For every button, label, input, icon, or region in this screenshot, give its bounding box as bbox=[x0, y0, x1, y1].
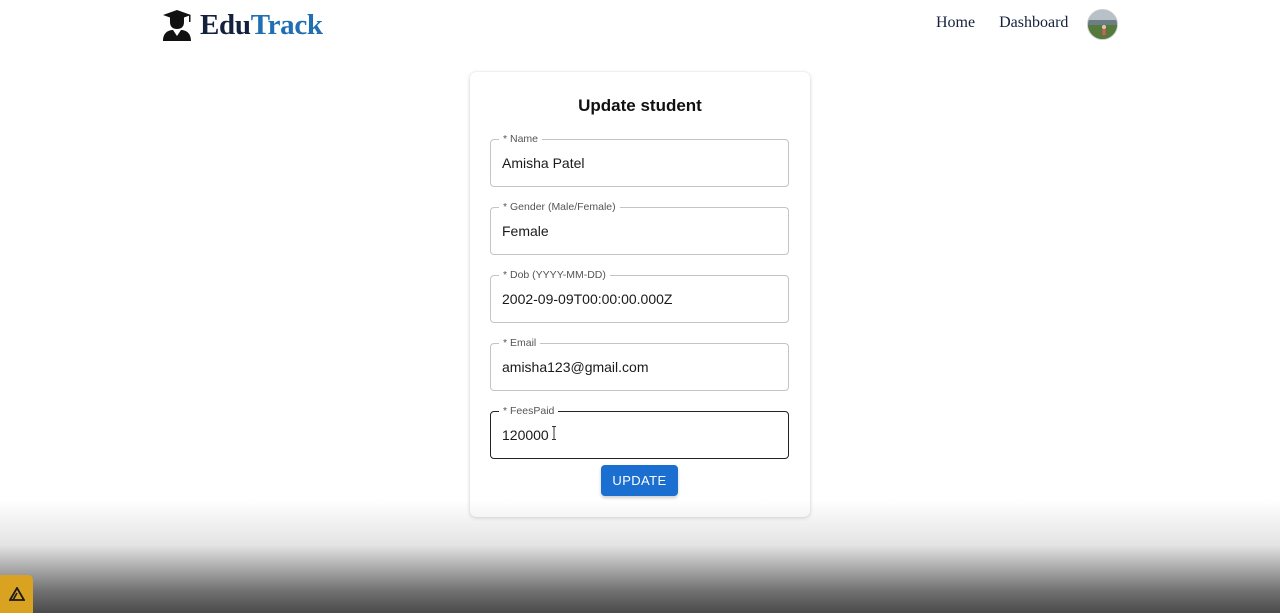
update-button[interactable]: UPDATE bbox=[601, 465, 678, 496]
email-field[interactable]: * Email bbox=[490, 337, 789, 391]
gender-field[interactable]: * Gender (Male/Female) bbox=[490, 201, 789, 255]
nav-dashboard-link[interactable]: Dashboard bbox=[999, 14, 1068, 32]
name-field[interactable]: * Name bbox=[490, 133, 789, 187]
update-student-card: Update student * Name * Gender (Male/Fem… bbox=[470, 72, 810, 517]
dob-input[interactable] bbox=[502, 289, 772, 309]
triangle-logo-icon bbox=[8, 587, 25, 601]
dob-field[interactable]: * Dob (YYYY-MM-DD) bbox=[490, 269, 789, 323]
email-label: * Email bbox=[499, 337, 541, 349]
avatar-photo bbox=[1088, 10, 1117, 39]
brand-name: EduTrack bbox=[200, 8, 323, 41]
fees-paid-label: * FeesPaid bbox=[499, 405, 559, 417]
brand-logo[interactable]: EduTrack bbox=[162, 8, 323, 42]
navbar: EduTrack Home Dashboard bbox=[0, 0, 1280, 52]
fees-paid-field[interactable]: * FeesPaid bbox=[490, 405, 789, 459]
graduate-icon bbox=[163, 10, 191, 41]
form-title: Update student bbox=[578, 96, 702, 115]
corner-app-badge[interactable] bbox=[0, 575, 33, 613]
nav-home-link[interactable]: Home bbox=[936, 14, 975, 32]
text-cursor-icon bbox=[552, 426, 556, 440]
name-input[interactable] bbox=[502, 153, 772, 173]
gender-label: * Gender (Male/Female) bbox=[499, 201, 620, 213]
dob-label: * Dob (YYYY-MM-DD) bbox=[499, 269, 610, 281]
nav-links: Home Dashboard bbox=[936, 14, 1068, 32]
gender-input[interactable] bbox=[502, 221, 772, 241]
avatar[interactable] bbox=[1087, 9, 1118, 40]
fees-paid-input[interactable] bbox=[502, 425, 772, 445]
page: EduTrack Home Dashboard Update student *… bbox=[0, 0, 1280, 613]
email-input[interactable] bbox=[502, 357, 772, 377]
name-label: * Name bbox=[499, 133, 543, 145]
